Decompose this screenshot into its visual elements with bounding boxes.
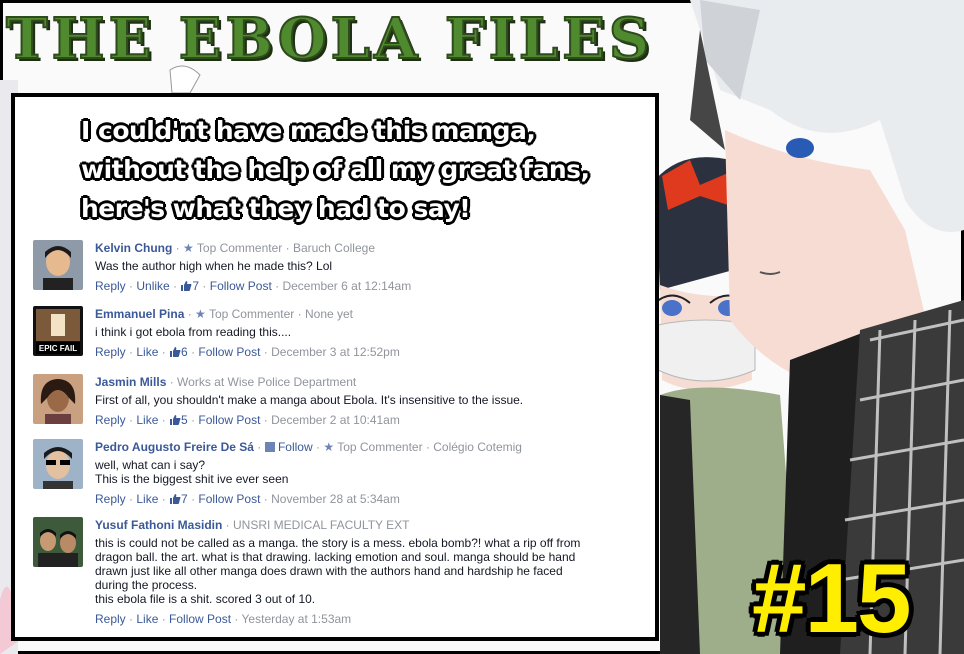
comments-panel: I could'nt have made this manga, without… (11, 93, 659, 641)
comment-text: this is could not be called as a manga. … (95, 536, 581, 606)
like-link[interactable]: Unlike (136, 279, 169, 293)
likes-number: 5 (181, 413, 188, 427)
commenter-name[interactable]: Emmanuel Pina (95, 307, 184, 321)
rss-icon (264, 442, 275, 452)
like-link[interactable]: Like (136, 345, 158, 359)
comment-text: First of all, you shouldn't make a manga… (95, 393, 524, 407)
follow-post-link[interactable]: Follow Post (198, 492, 260, 506)
timestamp[interactable]: December 3 at 12:52pm (271, 345, 400, 359)
reply-link[interactable]: Reply (95, 492, 126, 506)
thumbs-up-icon (181, 281, 192, 291)
badge-label: Top Commenter (337, 440, 423, 454)
reply-link[interactable]: Reply (95, 612, 126, 626)
headline-line-1: I could'nt have made this manga, (81, 116, 536, 145)
timestamp[interactable]: Yesterday at 1:53am (242, 612, 352, 626)
commenter-name[interactable]: Pedro Augusto Freire De Sá (95, 440, 254, 454)
follow-post-link[interactable]: Follow Post (198, 345, 260, 359)
avatar[interactable]: EPIC FAIL (33, 306, 83, 356)
commenter-detail: · UNSRI MEDICAL FACULTY EXT (222, 518, 410, 532)
commenter-detail: · Colégio Cotemig (422, 440, 522, 454)
thumbs-up-icon (170, 347, 181, 357)
headline-line-2: without the help of all my great fans, (81, 155, 590, 184)
separator: · (184, 307, 196, 321)
timestamp[interactable]: December 2 at 10:41am (271, 413, 400, 427)
reply-link[interactable]: Reply (95, 345, 126, 359)
like-count[interactable]: 7 (169, 492, 188, 506)
star-icon: ★ (323, 440, 335, 454)
reply-link[interactable]: Reply (95, 279, 126, 293)
issue-number: #15 (752, 543, 912, 653)
commenter-detail: · None yet (294, 307, 354, 321)
separator: · (312, 440, 324, 454)
banner-title: THE EBOLA FILES (5, 5, 654, 73)
comment-text: i think i got ebola from reading this...… (95, 325, 292, 339)
likes-number: 7 (181, 492, 188, 506)
timestamp[interactable]: December 6 at 12:14am (282, 279, 411, 293)
reply-link[interactable]: Reply (95, 413, 126, 427)
follow-post-link[interactable]: Follow Post (198, 413, 260, 427)
manga-page: THE EBOLA FILES I could'nt have made thi… (0, 0, 964, 654)
follow-post-link[interactable]: Follow Post (210, 279, 272, 293)
avatar[interactable] (33, 374, 83, 424)
comment-text: Was the author high when he made this? L… (95, 259, 333, 273)
like-count[interactable]: 7 (180, 279, 199, 293)
avatar[interactable] (33, 517, 83, 567)
likes-number: 6 (181, 345, 188, 359)
avatar-caption: EPIC FAIL (39, 344, 77, 353)
commenter-name[interactable]: Kelvin Chung (95, 241, 172, 255)
follow-post-link[interactable]: Follow Post (169, 612, 231, 626)
avatar[interactable] (33, 439, 83, 489)
like-link[interactable]: Like (136, 413, 158, 427)
likes-number: 7 (192, 279, 200, 293)
separator: · (172, 241, 184, 255)
avatar[interactable] (33, 240, 83, 290)
headline: I could'nt have made this manga, without… (81, 111, 641, 228)
follow-button[interactable]: Follow (278, 440, 313, 454)
commenter-name[interactable]: Jasmin Mills (95, 375, 166, 389)
commenter-detail: · Baruch College (282, 241, 375, 255)
like-link[interactable]: Like (136, 612, 158, 626)
like-count[interactable]: 6 (169, 345, 188, 359)
thumbs-up-icon (170, 415, 181, 425)
commenter-name[interactable]: Yusuf Fathoni Masidin (95, 518, 222, 532)
thumbs-up-icon (170, 494, 181, 504)
commenter-detail: · Works at Wise Police Department (166, 375, 357, 389)
badge-label: Top Commenter (208, 307, 295, 321)
headline-line-3: here's what they had to say! (81, 194, 471, 223)
like-link[interactable]: Like (136, 492, 158, 506)
like-count[interactable]: 5 (169, 413, 188, 427)
badge-label: Top Commenter (196, 241, 283, 255)
comment-text: well, what can i say? This is the bigges… (95, 458, 289, 486)
timestamp[interactable]: November 28 at 5:34am (271, 492, 400, 506)
star-icon: ★ (195, 307, 206, 321)
star-icon: ★ (183, 241, 194, 255)
